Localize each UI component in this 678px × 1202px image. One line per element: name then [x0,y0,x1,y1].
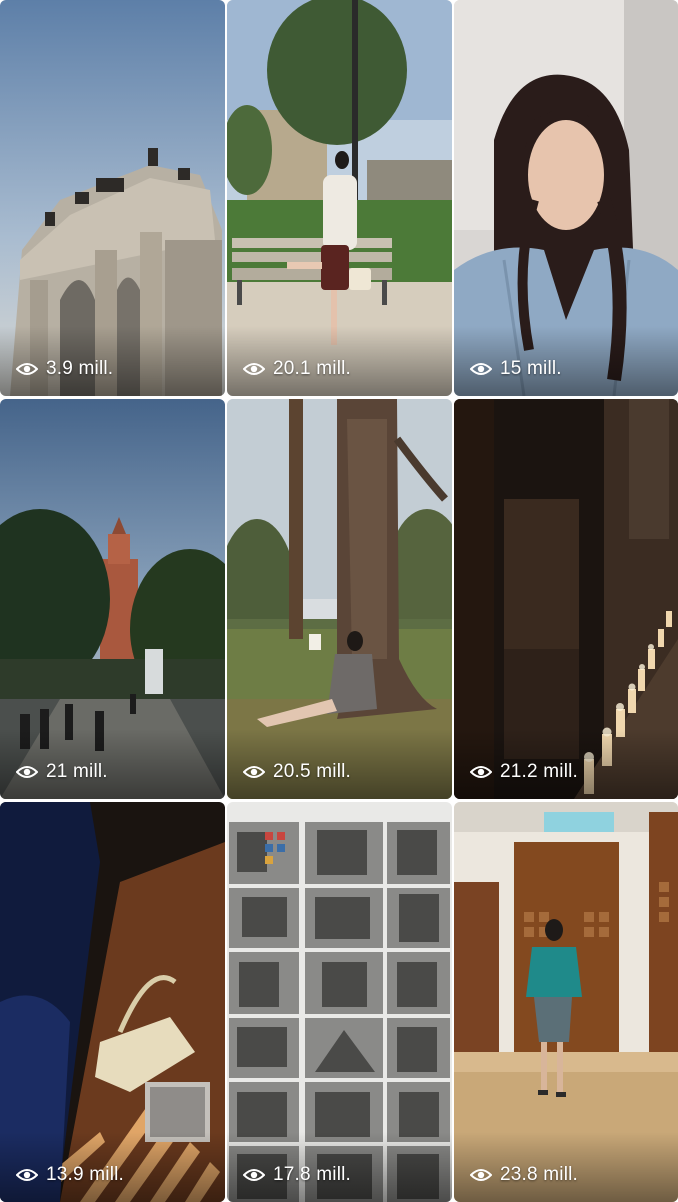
arch-monument-thumbnail [0,0,225,396]
view-count: 20.5 mill. [243,761,351,783]
eye-icon [470,1169,492,1181]
view-count-label: 23.8 mill. [500,1164,579,1185]
video-tile-tree[interactable]: 20.5 mill. [227,399,452,799]
view-count-label: 15 mill. [500,358,562,379]
view-count-label: 13.9 mill. [46,1164,125,1185]
photo-moodboard-thumbnail [227,802,452,1202]
view-count: 3.9 mill. [16,358,113,380]
view-count-label: 3.9 mill. [46,358,114,379]
reels-grid: 3.9 mill. 20.1 mill. 15 mill. 21 mill. 2… [0,0,678,1202]
view-count-label: 21.2 mill. [500,761,579,782]
video-tile-arch[interactable]: 3.9 mill. [0,0,225,396]
candles-corridor-thumbnail [454,399,678,799]
eye-icon [16,1169,38,1181]
video-tile-portrait[interactable]: 15 mill. [454,0,678,396]
video-tile-runway[interactable]: 23.8 mill. [454,802,678,1202]
view-count: 20.1 mill. [243,358,351,380]
view-count: 13.9 mill. [16,1164,124,1186]
video-tile-bench[interactable]: 20.1 mill. [227,0,452,396]
view-count: 21 mill. [16,761,108,783]
eye-icon [470,766,492,778]
view-count: 17.8 mill. [243,1164,351,1186]
eye-icon [16,363,38,375]
woman-portrait-thumbnail [454,0,678,396]
video-tile-castle[interactable]: 21 mill. [0,399,225,799]
video-tile-candles[interactable]: 21.2 mill. [454,399,678,799]
view-count: 23.8 mill. [470,1164,578,1186]
runway-model-thumbnail [454,802,678,1202]
eye-icon [16,766,38,778]
eye-icon [243,1169,265,1181]
view-count-label: 20.1 mill. [273,358,352,379]
view-count-label: 17.8 mill. [273,1164,352,1185]
woman-bench-park-thumbnail [227,0,452,396]
video-tile-moodboard[interactable]: 17.8 mill. [227,802,452,1202]
eye-icon [243,363,265,375]
woman-under-tree-thumbnail [227,399,452,799]
handbag-shadows-thumbnail [0,802,225,1202]
view-count-label: 20.5 mill. [273,761,352,782]
castle-tower-park-thumbnail [0,399,225,799]
eye-icon [470,363,492,375]
view-count: 21.2 mill. [470,761,578,783]
view-count-label: 21 mill. [46,761,108,782]
view-count: 15 mill. [470,358,562,380]
video-tile-handbag[interactable]: 13.9 mill. [0,802,225,1202]
eye-icon [243,766,265,778]
